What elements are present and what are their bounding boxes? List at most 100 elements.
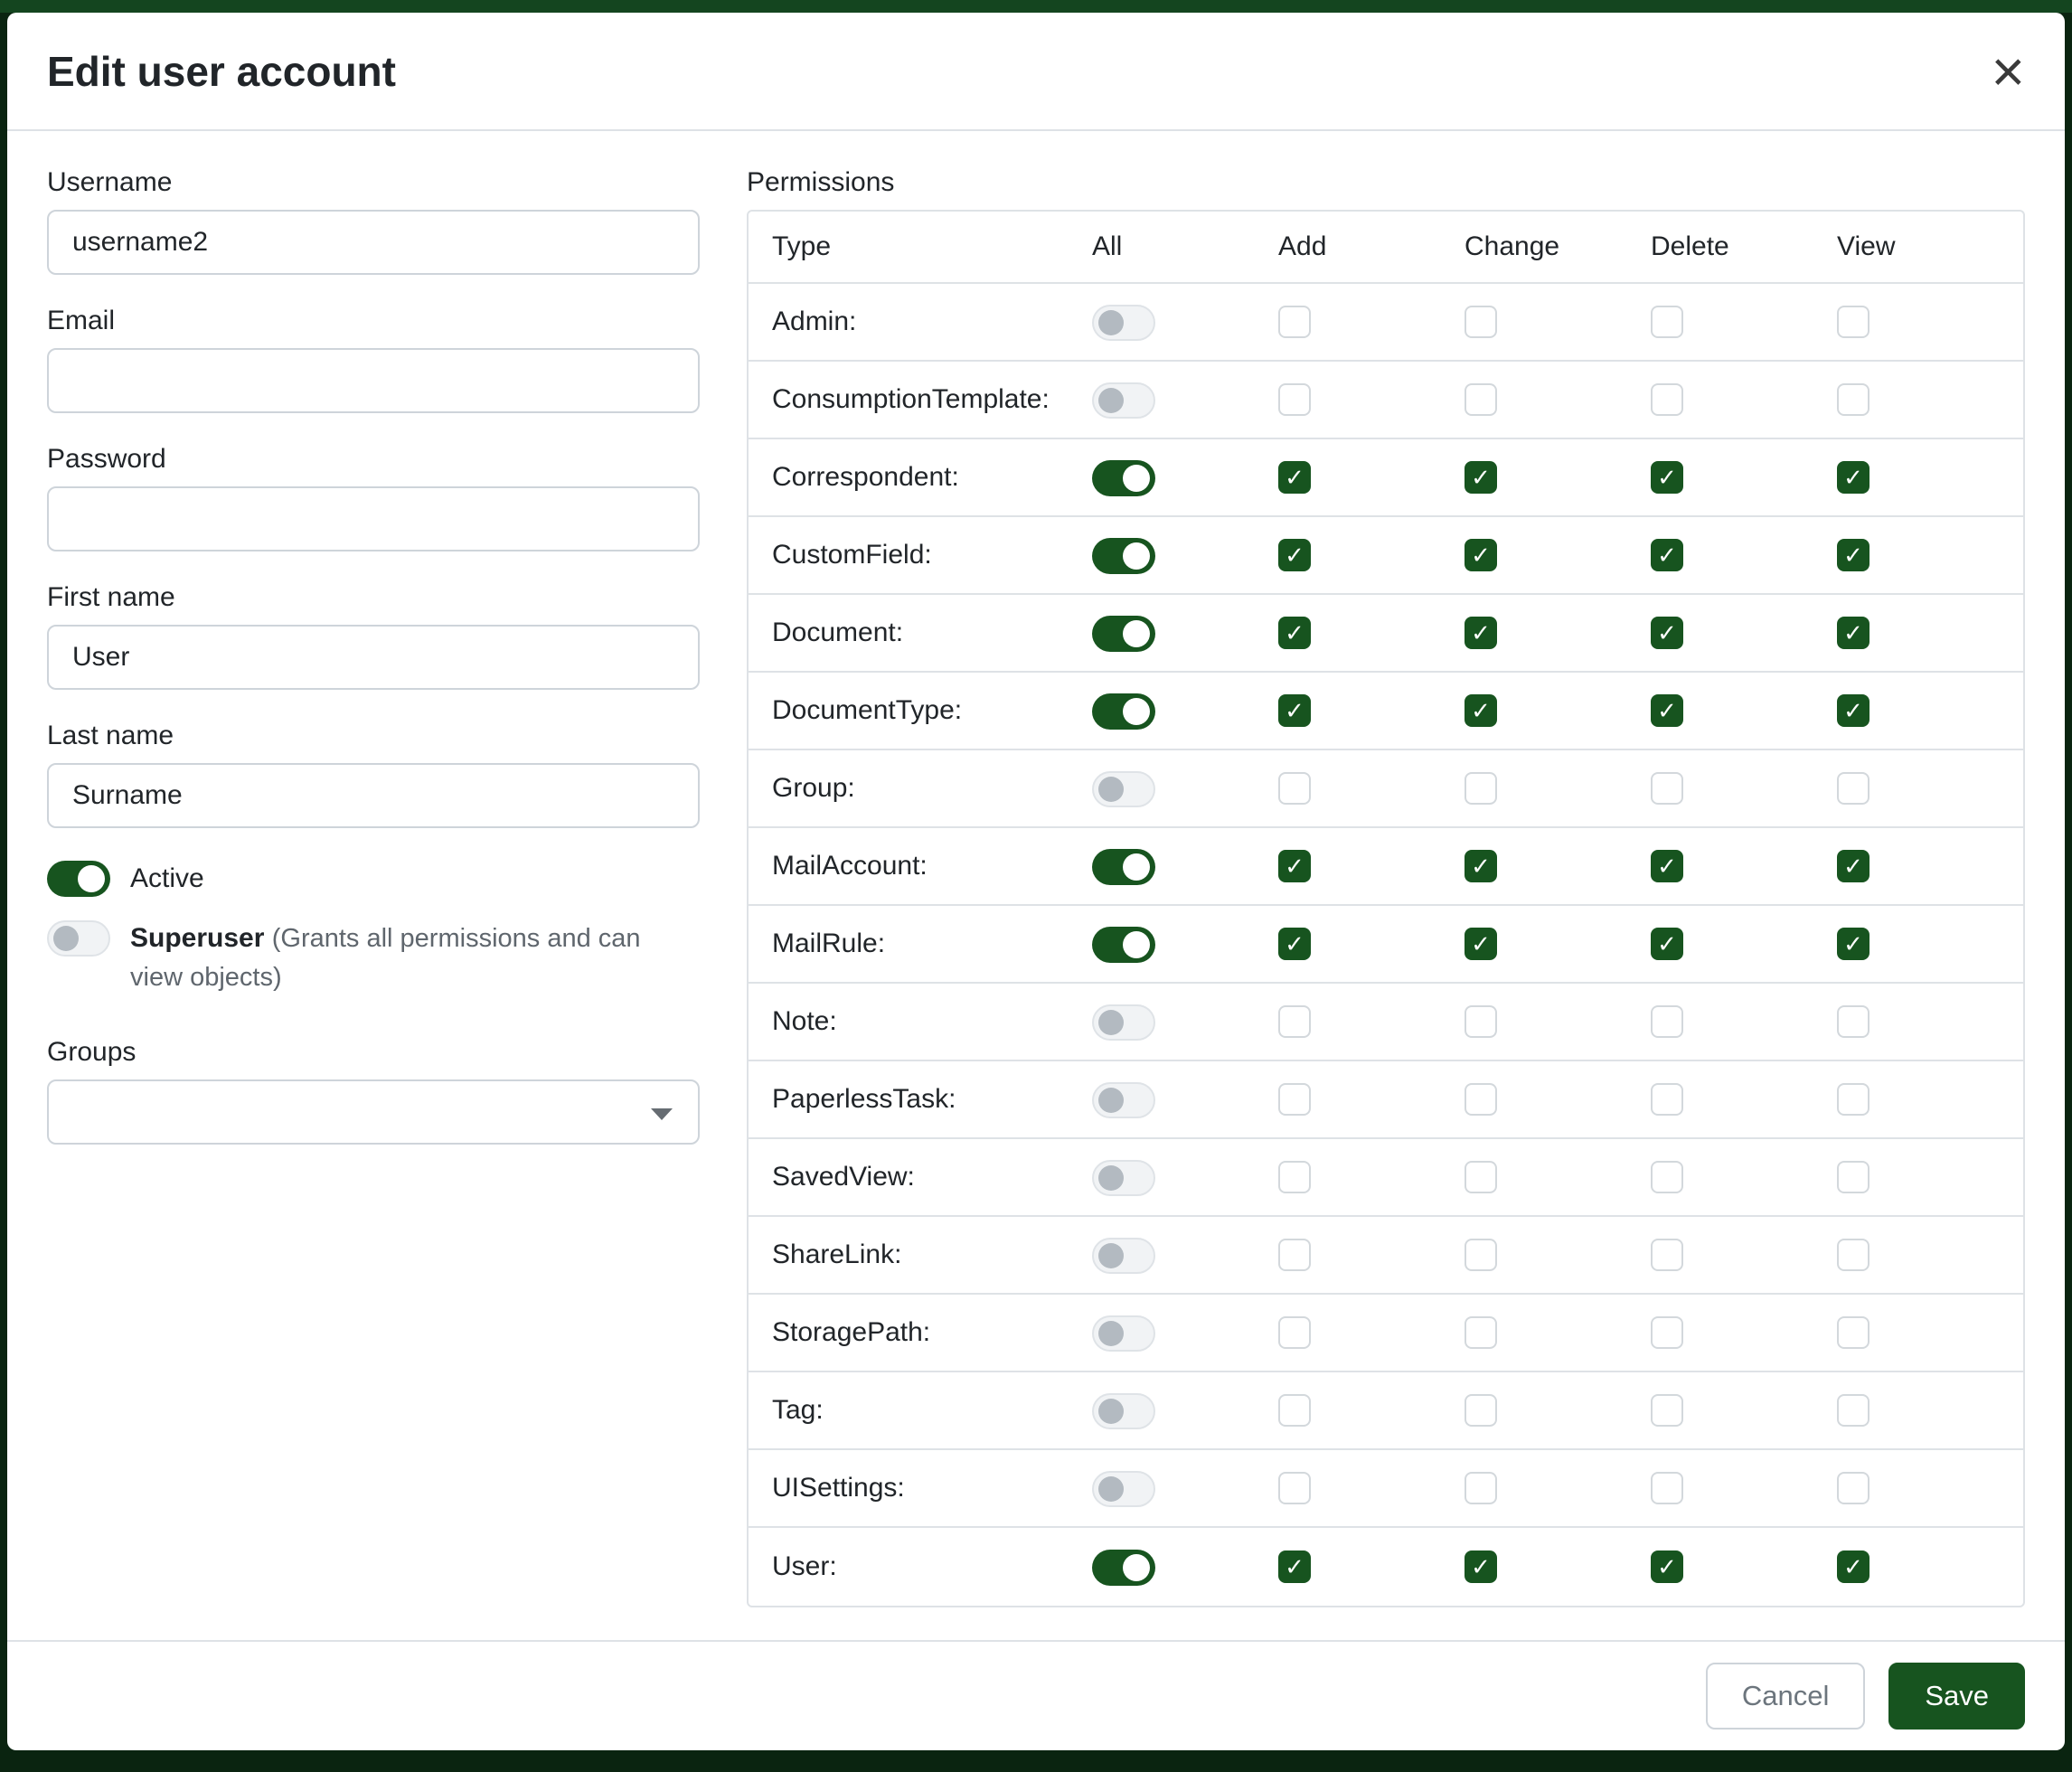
add-checkbox[interactable]: ✓ xyxy=(1278,850,1311,882)
view-checkbox[interactable] xyxy=(1837,383,1870,416)
all-toggle[interactable] xyxy=(1092,1393,1155,1429)
change-checkbox[interactable] xyxy=(1465,772,1497,805)
all-toggle[interactable] xyxy=(1092,616,1155,652)
all-toggle[interactable] xyxy=(1092,382,1155,419)
username-input[interactable] xyxy=(47,210,700,275)
add-checkbox[interactable] xyxy=(1278,1083,1311,1116)
view-checkbox[interactable]: ✓ xyxy=(1837,539,1870,571)
add-checkbox[interactable] xyxy=(1278,383,1311,416)
save-button[interactable]: Save xyxy=(1888,1663,2025,1730)
permission-row-documenttype: DocumentType:✓✓✓✓ xyxy=(749,673,2023,750)
add-checkbox[interactable]: ✓ xyxy=(1278,617,1311,649)
delete-checkbox[interactable] xyxy=(1651,772,1683,805)
change-checkbox[interactable]: ✓ xyxy=(1465,928,1497,960)
change-checkbox[interactable] xyxy=(1465,306,1497,338)
all-toggle[interactable] xyxy=(1092,849,1155,885)
delete-checkbox[interactable] xyxy=(1651,1394,1683,1427)
add-checkbox[interactable] xyxy=(1278,1394,1311,1427)
all-toggle[interactable] xyxy=(1092,1315,1155,1352)
first-name-field[interactable] xyxy=(47,625,700,690)
delete-checkbox[interactable] xyxy=(1651,1161,1683,1193)
delete-checkbox[interactable]: ✓ xyxy=(1651,461,1683,494)
permission-type-label: MailAccount: xyxy=(749,851,1092,881)
delete-checkbox[interactable] xyxy=(1651,1472,1683,1504)
all-toggle[interactable] xyxy=(1092,1004,1155,1041)
view-checkbox[interactable]: ✓ xyxy=(1837,694,1870,727)
all-toggle[interactable] xyxy=(1092,693,1155,730)
view-checkbox[interactable] xyxy=(1837,1161,1870,1193)
delete-checkbox[interactable] xyxy=(1651,1239,1683,1271)
add-checkbox[interactable] xyxy=(1278,306,1311,338)
delete-checkbox[interactable] xyxy=(1651,1083,1683,1116)
add-checkbox[interactable]: ✓ xyxy=(1278,694,1311,727)
add-checkbox[interactable] xyxy=(1278,1316,1311,1349)
change-checkbox[interactable] xyxy=(1465,1394,1497,1427)
change-checkbox[interactable] xyxy=(1465,383,1497,416)
change-checkbox[interactable]: ✓ xyxy=(1465,539,1497,571)
all-toggle[interactable] xyxy=(1092,460,1155,496)
change-checkbox[interactable] xyxy=(1465,1161,1497,1193)
change-checkbox[interactable]: ✓ xyxy=(1465,617,1497,649)
all-toggle[interactable] xyxy=(1092,927,1155,963)
last-name-field[interactable] xyxy=(47,763,700,828)
change-checkbox[interactable] xyxy=(1465,1005,1497,1038)
add-checkbox[interactable]: ✓ xyxy=(1278,539,1311,571)
close-icon[interactable]: × xyxy=(1992,42,2025,100)
view-checkbox[interactable] xyxy=(1837,1472,1870,1504)
add-checkbox[interactable] xyxy=(1278,1472,1311,1504)
view-checkbox[interactable] xyxy=(1837,1005,1870,1038)
view-checkbox[interactable] xyxy=(1837,772,1870,805)
delete-checkbox[interactable]: ✓ xyxy=(1651,850,1683,882)
view-checkbox[interactable] xyxy=(1837,1316,1870,1349)
view-checkbox[interactable] xyxy=(1837,1394,1870,1427)
view-checkbox[interactable]: ✓ xyxy=(1837,461,1870,494)
delete-checkbox[interactable]: ✓ xyxy=(1651,617,1683,649)
add-checkbox[interactable] xyxy=(1278,1005,1311,1038)
change-checkbox[interactable]: ✓ xyxy=(1465,850,1497,882)
cancel-button[interactable]: Cancel xyxy=(1706,1663,1866,1730)
view-checkbox[interactable] xyxy=(1837,306,1870,338)
add-checkbox[interactable] xyxy=(1278,1239,1311,1271)
change-checkbox[interactable]: ✓ xyxy=(1465,694,1497,727)
change-checkbox[interactable] xyxy=(1465,1472,1497,1504)
add-checkbox[interactable] xyxy=(1278,1161,1311,1193)
view-checkbox[interactable] xyxy=(1837,1239,1870,1271)
view-checkbox[interactable]: ✓ xyxy=(1837,617,1870,649)
delete-checkbox[interactable]: ✓ xyxy=(1651,1550,1683,1583)
all-toggle[interactable] xyxy=(1092,771,1155,807)
delete-checkbox[interactable] xyxy=(1651,306,1683,338)
all-toggle[interactable] xyxy=(1092,1550,1155,1586)
delete-checkbox[interactable] xyxy=(1651,1005,1683,1038)
change-checkbox[interactable] xyxy=(1465,1316,1497,1349)
change-checkbox[interactable]: ✓ xyxy=(1465,1550,1497,1583)
groups-select[interactable] xyxy=(47,1079,700,1145)
all-toggle[interactable] xyxy=(1092,1160,1155,1196)
change-checkbox[interactable] xyxy=(1465,1083,1497,1116)
add-checkbox[interactable]: ✓ xyxy=(1278,461,1311,494)
delete-checkbox[interactable]: ✓ xyxy=(1651,539,1683,571)
view-checkbox[interactable]: ✓ xyxy=(1837,928,1870,960)
all-toggle[interactable] xyxy=(1092,1238,1155,1274)
all-toggle[interactable] xyxy=(1092,538,1155,574)
email-field[interactable] xyxy=(47,348,700,413)
password-field[interactable] xyxy=(47,486,700,551)
permission-row-admin: Admin: xyxy=(749,284,2023,362)
add-checkbox[interactable]: ✓ xyxy=(1278,1550,1311,1583)
view-checkbox[interactable] xyxy=(1837,1083,1870,1116)
all-toggle[interactable] xyxy=(1092,1471,1155,1507)
all-toggle[interactable] xyxy=(1092,305,1155,341)
all-toggle[interactable] xyxy=(1092,1082,1155,1118)
change-checkbox[interactable]: ✓ xyxy=(1465,461,1497,494)
groups-label: Groups xyxy=(47,1037,700,1068)
view-checkbox[interactable]: ✓ xyxy=(1837,1550,1870,1583)
add-checkbox[interactable]: ✓ xyxy=(1278,928,1311,960)
delete-checkbox[interactable] xyxy=(1651,1316,1683,1349)
active-toggle[interactable] xyxy=(47,861,110,897)
add-checkbox[interactable] xyxy=(1278,772,1311,805)
delete-checkbox[interactable]: ✓ xyxy=(1651,928,1683,960)
superuser-toggle[interactable] xyxy=(47,920,110,957)
view-checkbox[interactable]: ✓ xyxy=(1837,850,1870,882)
delete-checkbox[interactable]: ✓ xyxy=(1651,694,1683,727)
change-checkbox[interactable] xyxy=(1465,1239,1497,1271)
delete-checkbox[interactable] xyxy=(1651,383,1683,416)
